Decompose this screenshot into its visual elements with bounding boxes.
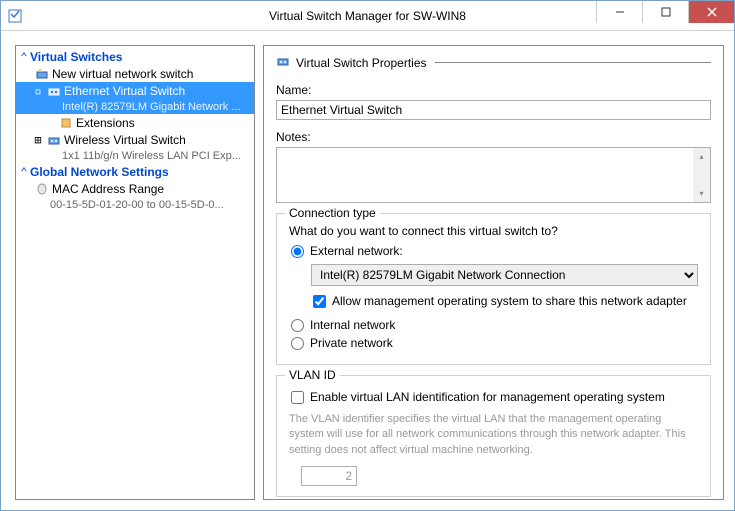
group-legend: Connection type: [285, 206, 380, 220]
properties-title: Virtual Switch Properties: [296, 56, 427, 70]
app-icon: [7, 8, 23, 24]
tree-item-mac-range[interactable]: MAC Address Range: [16, 180, 254, 197]
connection-prompt: What do you want to connect this virtual…: [289, 224, 698, 238]
internal-radio[interactable]: [291, 319, 304, 332]
switch-name-input[interactable]: [276, 100, 711, 120]
tree-header-label: Virtual Switches: [30, 50, 122, 64]
vlan-enable-checkbox[interactable]: [291, 391, 304, 404]
tree-item-wireless-switch[interactable]: ⊞ Wireless Virtual Switch: [16, 131, 254, 148]
tree-item-extensions[interactable]: Extensions: [16, 114, 254, 131]
tree-item-wireless-detail: 1x1 11b/g/n Wireless LAN PCI Exp...: [16, 148, 254, 163]
radio-label: External network:: [310, 244, 403, 258]
tree-label: MAC Address Range: [52, 182, 164, 196]
checkbox-label: Allow management operating system to sha…: [332, 294, 687, 308]
collapse-icon[interactable]: ▫: [32, 85, 44, 97]
allow-mgmt-row[interactable]: Allow management operating system to sha…: [311, 294, 698, 308]
tree-sublabel: 00-15-5D-01-20-00 to 00-15-5D-0...: [50, 199, 224, 211]
tree-header-global[interactable]: ⌃ Global Network Settings: [16, 163, 254, 180]
maximize-button[interactable]: [642, 1, 688, 23]
minimize-button[interactable]: [596, 1, 642, 23]
new-switch-icon: [34, 66, 50, 82]
close-button[interactable]: [688, 1, 734, 23]
switch-icon: [46, 132, 62, 148]
private-radio[interactable]: [291, 337, 304, 350]
connection-type-group: Connection type What do you want to conn…: [276, 213, 711, 365]
scrollbar[interactable]: ▴ ▾: [693, 148, 710, 202]
tree-label: Ethernet Virtual Switch: [64, 84, 185, 98]
checkbox-label: Enable virtual LAN identification for ma…: [310, 390, 665, 404]
vlan-id-input: [301, 466, 357, 486]
expand-icon[interactable]: ⊞: [32, 134, 44, 146]
tree-item-mac-detail: 00-15-5D-01-20-00 to 00-15-5D-0...: [16, 197, 254, 212]
radio-internal[interactable]: Internal network: [289, 318, 698, 332]
notes-label: Notes:: [276, 130, 711, 144]
switch-icon: [46, 83, 62, 99]
tree-sublabel: Intel(R) 82579LM Gigabit Network ...: [62, 101, 241, 113]
tree-item-ethernet-switch-detail[interactable]: Intel(R) 82579LM Gigabit Network ...: [16, 99, 254, 114]
tree-panel: ⌃ Virtual Switches New virtual network s…: [15, 45, 255, 500]
notes-field-wrap: ▴ ▾: [276, 147, 711, 203]
vlan-group: VLAN ID Enable virtual LAN identificatio…: [276, 375, 711, 497]
tree-sublabel: 1x1 11b/g/n Wireless LAN PCI Exp...: [62, 150, 241, 162]
scroll-down-icon[interactable]: ▾: [693, 185, 710, 202]
external-radio[interactable]: [291, 245, 304, 258]
collapse-icon[interactable]: ⌃: [18, 51, 30, 63]
radio-external[interactable]: External network:: [289, 244, 698, 258]
window: Virtual Switch Manager for SW-WIN8 ⌃ Vir…: [0, 0, 735, 511]
window-title: Virtual Switch Manager for SW-WIN8: [269, 9, 466, 23]
properties-header: Virtual Switch Properties: [276, 54, 711, 71]
divider: [435, 62, 712, 63]
tree-label: Extensions: [76, 116, 135, 130]
extensions-icon: [58, 115, 74, 131]
allow-mgmt-checkbox[interactable]: [313, 295, 326, 308]
tree-header-virtual-switches[interactable]: ⌃ Virtual Switches: [16, 48, 254, 65]
adapter-select[interactable]: Intel(R) 82579LM Gigabit Network Connect…: [311, 264, 698, 286]
group-legend: VLAN ID: [285, 368, 340, 382]
properties-panel: Virtual Switch Properties Name: Notes: ▴…: [263, 45, 724, 500]
tree-label: New virtual network switch: [52, 67, 193, 81]
vlan-enable-row[interactable]: Enable virtual LAN identification for ma…: [289, 390, 698, 404]
radio-label: Private network: [310, 336, 393, 350]
radio-label: Internal network: [310, 318, 395, 332]
tree-label: Wireless Virtual Switch: [64, 133, 186, 147]
radio-private[interactable]: Private network: [289, 336, 698, 350]
titlebar: Virtual Switch Manager for SW-WIN8: [1, 1, 734, 31]
collapse-icon[interactable]: ⌃: [18, 166, 30, 178]
mac-icon: [34, 181, 50, 197]
name-label: Name:: [276, 83, 711, 97]
switch-icon: [276, 54, 290, 71]
scroll-up-icon[interactable]: ▴: [693, 148, 710, 165]
vlan-help-text: The VLAN identifier specifies the virtua…: [289, 412, 698, 458]
notes-input[interactable]: [277, 148, 693, 202]
tree-header-label: Global Network Settings: [30, 165, 169, 179]
tree-item-ethernet-switch[interactable]: ▫ Ethernet Virtual Switch: [16, 82, 254, 99]
tree-item-new-switch[interactable]: New virtual network switch: [16, 65, 254, 82]
